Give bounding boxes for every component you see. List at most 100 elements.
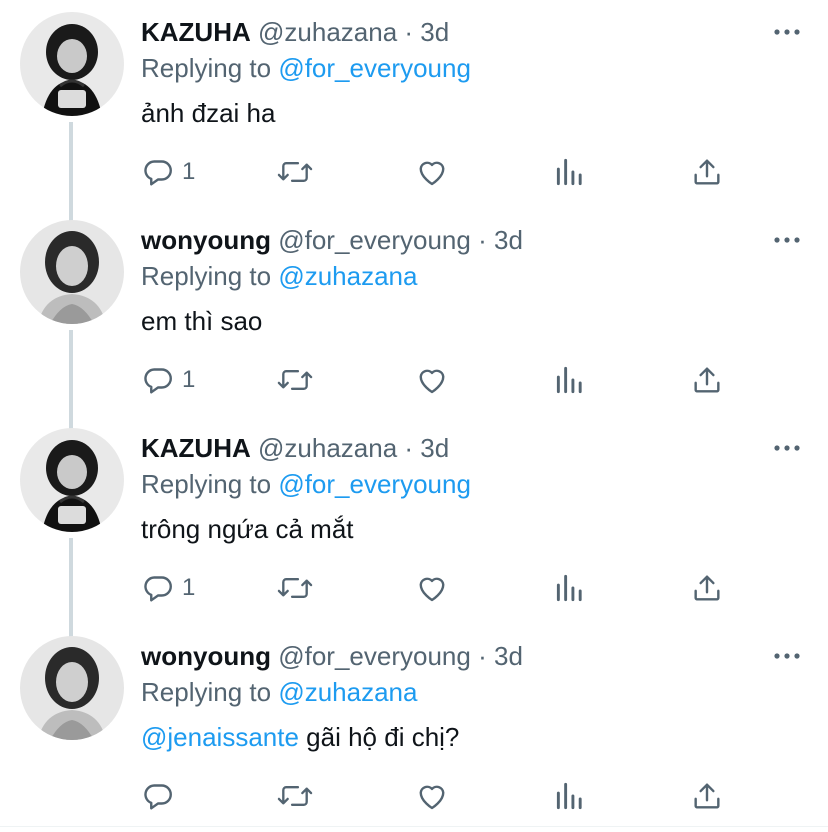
tweet-actions [0,764,828,828]
avatar-kazuha[interactable] [20,12,124,116]
reply-button[interactable]: 1 [140,348,195,412]
tweet-header: wonyoung @for_everyoung · 3d [141,638,523,674]
display-name[interactable]: wonyoung [141,641,271,671]
user-handle[interactable]: @zuhazana [258,17,397,47]
analytics-icon [554,154,586,190]
tweet-header: KAZUHA @zuhazana · 3d [141,14,449,50]
share-icon [690,570,724,606]
retweet-icon [276,778,314,814]
analytics-button[interactable] [554,556,586,620]
separator-dot: · [478,225,487,255]
reply-thread: KAZUHA @zuhazana · 3d Replying to @for_e… [0,0,828,830]
tweet[interactable]: KAZUHA @zuhazana · 3d Replying to @for_e… [0,416,828,638]
reply-count: 1 [182,158,196,185]
timestamp[interactable]: 3d [420,433,449,463]
retweet-button[interactable] [276,556,314,620]
tweet-header: KAZUHA @zuhazana · 3d [141,430,449,466]
timestamp[interactable]: 3d [494,641,523,671]
replying-to-handle[interactable]: @zuhazana [278,261,417,291]
tweet-text: ảnh đzai ha [141,94,275,132]
replying-prefix: Replying to [141,53,272,83]
retweet-icon [276,154,314,190]
avatar-wonyoung[interactable] [20,636,124,740]
reply-button[interactable]: 1 [140,556,195,620]
analytics-button[interactable] [554,764,586,828]
separator-dot: · [478,641,487,671]
analytics-button[interactable] [554,348,586,412]
more-icon[interactable] [772,436,802,460]
tweet[interactable]: wonyoung @for_everyoung · 3d Replying to… [0,208,828,430]
tweet-actions: 1 [0,140,828,204]
reply-icon [140,362,176,398]
share-button[interactable] [690,764,724,828]
replying-to: Replying to @for_everyoung [141,50,471,86]
reply-icon [140,570,176,606]
tweet-text-content: ảnh đzai ha [141,98,276,128]
replying-to: Replying to @zuhazana [141,674,417,710]
tweet-text-content: gãi hộ đi chị? [306,722,460,752]
like-button[interactable] [414,556,450,620]
replying-to-handle[interactable]: @for_everyoung [278,53,471,83]
tweet-text: em thì sao [141,302,262,340]
reply-button[interactable]: 1 [140,140,195,204]
analytics-icon [554,570,586,606]
replying-prefix: Replying to [141,677,272,707]
tweet-header: wonyoung @for_everyoung · 3d [141,222,523,258]
tweet-text-content: em thì sao [141,306,263,336]
display-name[interactable]: KAZUHA [141,433,251,463]
retweet-icon [276,362,314,398]
reply-icon [140,154,176,190]
user-handle[interactable]: @zuhazana [258,433,397,463]
analytics-icon [554,362,586,398]
share-icon [690,362,724,398]
retweet-button[interactable] [276,348,314,412]
more-icon[interactable] [772,644,802,668]
replying-prefix: Replying to [141,261,272,291]
reply-count: 1 [182,366,196,393]
timestamp[interactable]: 3d [494,225,523,255]
retweet-icon [276,570,314,606]
replying-to: Replying to @for_everyoung [141,466,471,502]
like-button[interactable] [414,348,450,412]
tweet[interactable]: KAZUHA @zuhazana · 3d Replying to @for_e… [0,0,828,222]
reply-button[interactable] [140,764,182,828]
like-icon [414,362,450,398]
share-button[interactable] [690,140,724,204]
tweet-text: trông ngứa cả mắt [141,510,354,548]
replying-to: Replying to @zuhazana [141,258,417,294]
mention-link[interactable]: @jenaissante [141,722,299,752]
retweet-button[interactable] [276,764,314,828]
separator-dot: · [404,17,414,47]
replying-prefix: Replying to [141,469,272,499]
user-handle[interactable]: @for_everyoung [278,225,471,255]
tweet-text-content: trông ngứa cả mắt [141,514,354,544]
analytics-icon [554,778,586,814]
display-name[interactable]: wonyoung [141,225,271,255]
tweet[interactable]: wonyoung @for_everyoung · 3d Replying to… [0,624,828,832]
reply-count: 1 [182,574,196,601]
like-button[interactable] [414,140,450,204]
tweet-actions: 1 [0,348,828,412]
like-icon [414,778,450,814]
avatar-wonyoung[interactable] [20,220,124,324]
analytics-button[interactable] [554,140,586,204]
like-button[interactable] [414,764,450,828]
replying-to-handle[interactable]: @for_everyoung [278,469,471,499]
timestamp[interactable]: 3d [420,17,449,47]
display-name[interactable]: KAZUHA [141,17,251,47]
share-button[interactable] [690,348,724,412]
separator-dot: · [404,433,414,463]
more-icon[interactable] [772,20,802,44]
more-icon[interactable] [772,228,802,252]
replying-to-handle[interactable]: @zuhazana [278,677,417,707]
share-button[interactable] [690,556,724,620]
like-icon [414,154,450,190]
like-icon [414,570,450,606]
bottom-divider [0,826,828,827]
retweet-button[interactable] [276,140,314,204]
share-icon [690,778,724,814]
avatar-kazuha[interactable] [20,428,124,532]
tweet-actions: 1 [0,556,828,620]
tweet-text: @jenaissante gãi hộ đi chị? [141,718,459,756]
user-handle[interactable]: @for_everyoung [278,641,471,671]
